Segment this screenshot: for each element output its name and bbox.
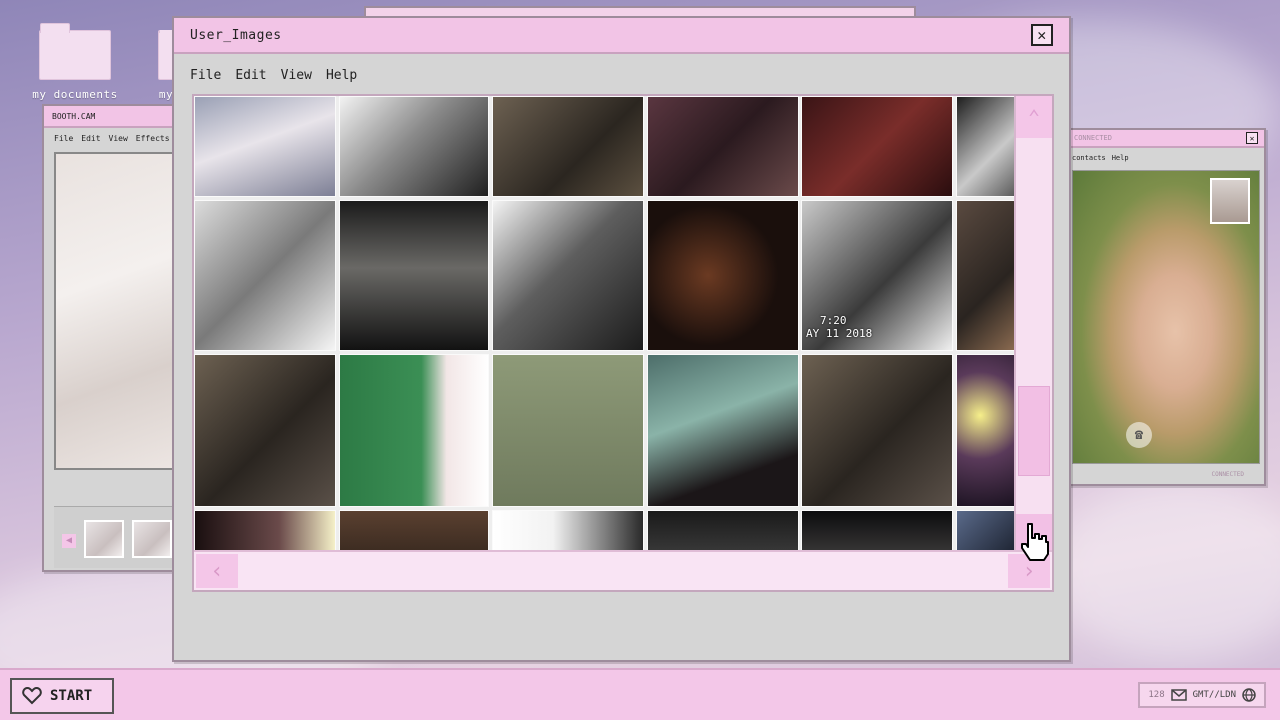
vertical-scrollbar[interactable]: ⌃ xyxy=(1014,96,1052,556)
taskbar: START 128 GMT//LDN xyxy=(0,668,1280,720)
booth-thumbnail[interactable] xyxy=(84,520,124,558)
image-thumbnail[interactable] xyxy=(801,96,953,197)
image-thumbnail[interactable] xyxy=(492,354,644,507)
booth-camera-preview xyxy=(54,152,184,470)
scroll-left-chevron-icon[interactable]: ‹ xyxy=(196,554,238,588)
timestamp-time: 7:20 xyxy=(820,314,847,327)
booth-menu-edit[interactable]: Edit xyxy=(81,134,100,143)
image-grid: 7:20 AY 11 2018 xyxy=(194,96,1016,556)
start-label: START xyxy=(50,688,93,704)
call-menu-help[interactable]: Help xyxy=(1112,154,1129,162)
image-thumbnail[interactable] xyxy=(956,96,1016,197)
image-thumbnail[interactable] xyxy=(339,96,489,197)
hang-up-phone-icon[interactable]: ☎ xyxy=(1126,422,1152,448)
menu-edit[interactable]: Edit xyxy=(235,68,266,83)
booth-prev-arrow-icon[interactable]: ◀ xyxy=(62,534,76,548)
main-menubar: File Edit View Help xyxy=(174,54,1069,91)
user-images-window: User_Images ✕ File Edit View Help 7:20 A… xyxy=(172,16,1071,662)
vertical-scroll-thumb[interactable] xyxy=(1018,386,1050,476)
image-thumbnail[interactable] xyxy=(492,96,644,197)
video-call-window: CONNECTED ✕ contacts Help ☎ CONNECTED xyxy=(1064,128,1266,486)
start-button[interactable]: START xyxy=(10,678,114,714)
booth-menu-effects[interactable]: Effects xyxy=(136,134,170,143)
call-menubar: contacts Help xyxy=(1066,148,1264,168)
image-thumbnail[interactable] xyxy=(647,200,799,351)
image-thumbnail[interactable] xyxy=(647,96,799,197)
image-thumbnail[interactable] xyxy=(647,354,799,507)
call-titlebar: CONNECTED ✕ xyxy=(1066,130,1264,148)
main-titlebar: User_Images ✕ xyxy=(174,18,1069,54)
system-tray: 128 GMT//LDN xyxy=(1138,682,1266,708)
timestamp-date: AY 11 2018 xyxy=(806,327,873,340)
call-self-view xyxy=(1210,178,1250,224)
notification-count: 128 xyxy=(1148,690,1165,700)
image-browser: 7:20 AY 11 2018 ⌃ ‹ › xyxy=(192,94,1054,592)
globe-icon[interactable] xyxy=(1242,688,1256,702)
window-title: User_Images xyxy=(190,27,282,43)
desktop-icon-my-documents[interactable]: my documents xyxy=(30,23,120,101)
image-thumbnail[interactable] xyxy=(956,354,1016,507)
booth-title: BOOTH.CAM xyxy=(52,111,96,121)
timestamp-overlay: 7:20 AY 11 2018 xyxy=(806,314,872,340)
menu-view[interactable]: View xyxy=(281,68,312,83)
image-thumbnail[interactable] xyxy=(194,200,336,351)
scroll-up-chevron-icon[interactable]: ⌃ xyxy=(1016,96,1052,138)
background-cloud xyxy=(1050,480,1280,660)
mail-icon[interactable] xyxy=(1170,689,1187,701)
image-thumbnail[interactable] xyxy=(956,200,1016,351)
close-icon[interactable]: ✕ xyxy=(1031,24,1053,46)
call-status: CONNECTED xyxy=(1211,471,1244,478)
close-icon[interactable]: ✕ xyxy=(1246,132,1258,144)
horizontal-scrollbar[interactable]: ‹ › xyxy=(194,550,1052,590)
call-menu-contacts[interactable]: contacts xyxy=(1072,154,1106,162)
image-thumbnail[interactable] xyxy=(194,96,336,197)
call-title: CONNECTED xyxy=(1074,134,1112,142)
timezone-label: GMT//LDN xyxy=(1192,690,1236,700)
hand-pointer-cursor-icon xyxy=(1021,523,1049,561)
booth-menu-file[interactable]: File xyxy=(54,134,73,143)
image-thumbnail[interactable] xyxy=(339,354,489,507)
image-thumbnail[interactable] xyxy=(194,354,336,507)
menu-file[interactable]: File xyxy=(190,68,221,83)
desktop-icon-label: my documents xyxy=(32,88,118,101)
image-thumbnail[interactable] xyxy=(492,200,644,351)
image-thumbnail[interactable] xyxy=(339,200,489,351)
booth-menu-view[interactable]: View xyxy=(109,134,128,143)
menu-help[interactable]: Help xyxy=(326,68,357,83)
booth-thumbnail[interactable] xyxy=(132,520,172,558)
heart-icon xyxy=(22,687,42,705)
folder-icon xyxy=(39,23,111,80)
image-thumbnail[interactable] xyxy=(801,354,953,507)
